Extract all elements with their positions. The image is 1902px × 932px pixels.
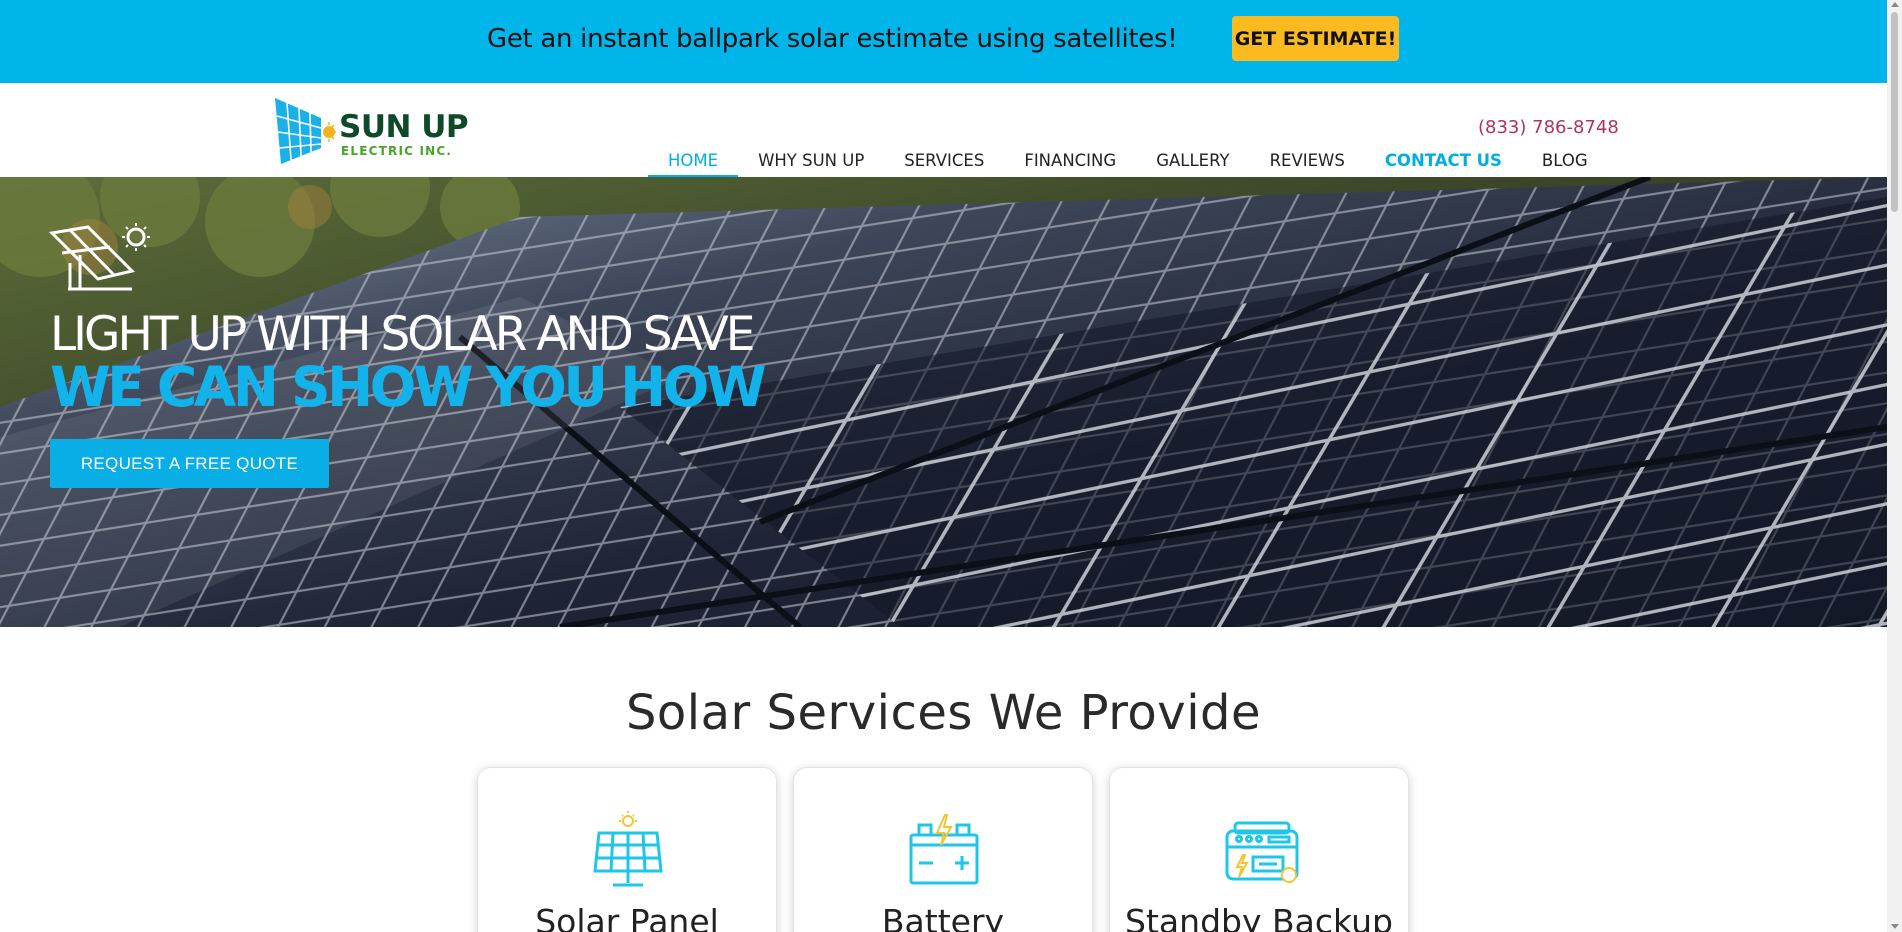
generator-icon	[1225, 821, 1299, 883]
solar-tracker-icon	[48, 223, 150, 291]
logo-subtitle: ELECTRIC INC.	[341, 144, 453, 158]
request-quote-button[interactable]: REQUEST A FREE QUOTE	[50, 439, 329, 488]
promo-text: Get an instant ballpark solar estimate u…	[487, 24, 1178, 54]
battery-icon	[909, 814, 979, 885]
logo[interactable]: SUN UP ELECTRIC INC.	[273, 96, 473, 166]
nav-home[interactable]: HOME	[648, 150, 739, 178]
service-card-solar-panel[interactable]: Solar Panel	[477, 767, 777, 932]
logo-name: SUN UP	[339, 109, 469, 145]
nav-reviews[interactable]: REVIEWS	[1250, 150, 1365, 178]
services-heading: Solar Services We Provide	[625, 685, 1262, 741]
site-header: SUN UP ELECTRIC INC. (833) 786-8748 HOME…	[0, 83, 1887, 178]
service-card-title: Solar Panel	[535, 902, 719, 932]
nav-contact-us[interactable]: CONTACT US	[1365, 150, 1522, 178]
hero-banner: LIGHT UP WITH SOLAR AND SAVE WE CAN SHOW…	[0, 177, 1887, 627]
service-card-title: Battery	[881, 902, 1005, 932]
nav-financing[interactable]: FINANCING	[1004, 150, 1136, 178]
solar-panel-icon	[593, 811, 663, 887]
get-estimate-button[interactable]: GET ESTIMATE!	[1232, 16, 1399, 61]
nav-blog[interactable]: BLOG	[1522, 150, 1608, 178]
service-card-standby-backup[interactable]: Standby Backup	[1109, 767, 1409, 932]
scroll-up-arrow-icon[interactable]	[1891, 2, 1899, 7]
phone-link[interactable]: (833) 786-8748	[1478, 117, 1619, 138]
promo-banner: Get an instant ballpark solar estimate u…	[0, 0, 1887, 83]
main-nav: HOME WHY SUN UP SERVICES FINANCING GALLE…	[648, 150, 1608, 178]
page-scrollbar[interactable]	[1887, 0, 1902, 932]
service-card-title: Standby Backup	[1125, 902, 1393, 932]
service-card-battery[interactable]: Battery	[793, 767, 1093, 932]
nav-why-sun-up[interactable]: WHY SUN UP	[738, 150, 884, 178]
logo-panel-icon	[275, 98, 336, 164]
scroll-down-arrow-icon[interactable]	[1891, 924, 1899, 929]
hero-headline: LIGHT UP WITH SOLAR AND SAVE	[50, 307, 755, 362]
nav-services[interactable]: SERVICES	[884, 150, 1004, 178]
hero-subheadline: WE CAN SHOW YOU HOW	[50, 355, 767, 419]
nav-gallery[interactable]: GALLERY	[1136, 150, 1249, 178]
scrollbar-thumb[interactable]	[1891, 12, 1898, 212]
